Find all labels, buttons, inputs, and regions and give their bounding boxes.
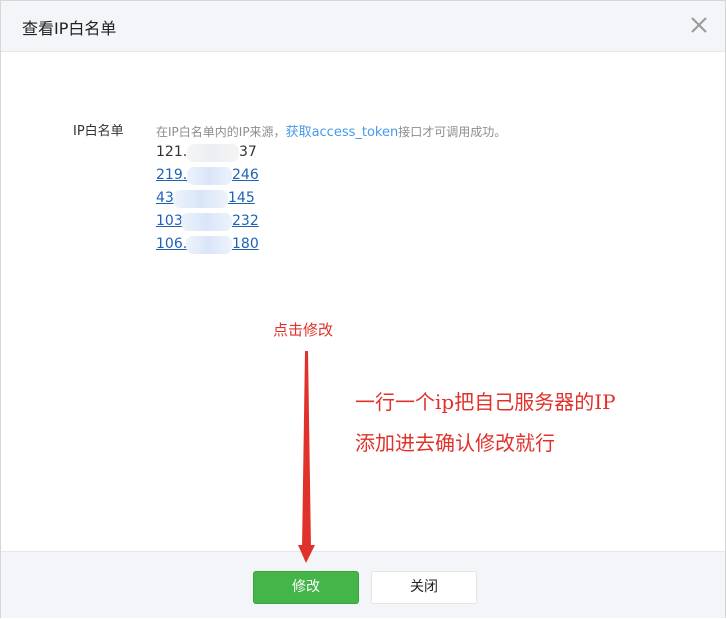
ip-prefix[interactable]: 106.	[156, 233, 187, 256]
ip-suffix[interactable]: 246	[232, 164, 259, 187]
ip-prefix: 121.	[156, 144, 188, 160]
instruction-annotation-line1: 一行一个ip把自己服务器的IP	[355, 390, 616, 414]
desc-prefix: 在IP白名单内的IP来源，	[156, 125, 286, 139]
dialog-title: 查看IP白名单	[22, 19, 117, 38]
ip-suffix[interactable]: 145	[228, 187, 255, 210]
ip-suffix[interactable]: 232	[232, 210, 259, 233]
dialog-footer: 修改 关闭	[1, 551, 725, 618]
ip-prefix[interactable]: 219.	[156, 164, 187, 187]
redaction-blur	[187, 144, 239, 162]
instruction-annotation-line2: 添加进去确认修改就行	[355, 431, 555, 455]
redaction-blur	[181, 213, 232, 231]
ip-whitelist-dialog: 查看IP白名单 IP白名单 在IP白名单内的IP来源，获取access_toke…	[0, 0, 726, 618]
whitelist-label: IP白名单	[73, 124, 124, 139]
dialog-header: 查看IP白名单	[1, 1, 725, 52]
ip-suffix[interactable]: 180	[232, 233, 259, 256]
ip-suffix: 37	[239, 144, 257, 160]
ip-prefix[interactable]: 43	[156, 187, 174, 210]
modify-button[interactable]: 修改	[253, 571, 359, 604]
dialog-body: IP白名单 在IP白名单内的IP来源，获取access_token接口才可调用成…	[1, 52, 725, 550]
whitelist-description: 在IP白名单内的IP来源，获取access_token接口才可调用成功。	[156, 121, 506, 140]
click-hint-annotation: 点击修改	[273, 321, 334, 339]
close-button[interactable]: 关闭	[371, 571, 477, 604]
redaction-blur	[187, 167, 232, 185]
close-icon[interactable]	[687, 13, 711, 37]
desc-suffix: 接口才可调用成功。	[398, 125, 507, 139]
ip-prefix[interactable]: 103	[156, 210, 183, 233]
redaction-blur	[173, 190, 228, 208]
access-token-link[interactable]: 获取access_token	[286, 125, 399, 140]
redaction-blur	[186, 236, 232, 254]
